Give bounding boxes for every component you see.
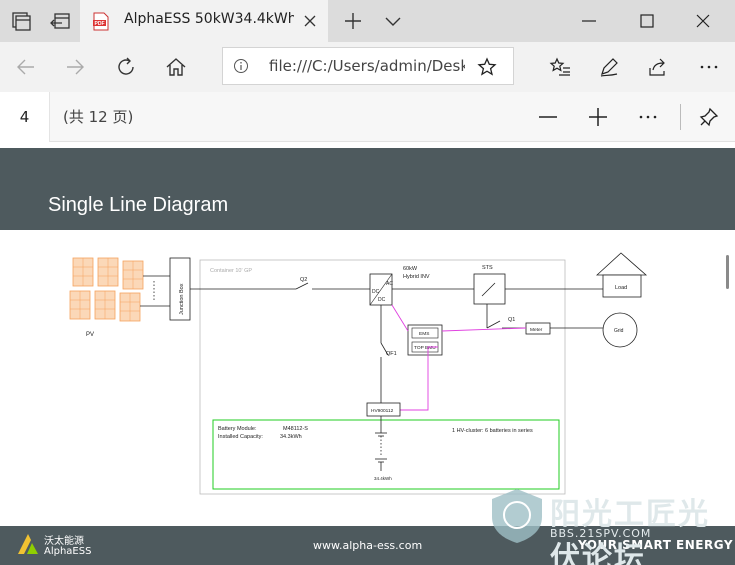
- back-arrow-icon[interactable]: [14, 55, 38, 79]
- more-menu-icon[interactable]: [697, 55, 721, 79]
- ems-label: EMS: [419, 331, 429, 337]
- new-tab-icon[interactable]: [344, 12, 362, 30]
- battery-total: 34.4kWh: [374, 476, 392, 481]
- meter-label: Meter: [530, 327, 543, 333]
- junction-box-label: Junction Box: [179, 283, 185, 315]
- tab-actions-icon[interactable]: [8, 8, 34, 34]
- watermark-badge-icon: [492, 489, 542, 543]
- pdf-file-icon: PDF: [93, 12, 109, 31]
- share-icon[interactable]: [646, 55, 670, 79]
- alphaess-logo-icon: [18, 534, 38, 554]
- container-label: Container 10' GP: [210, 268, 252, 274]
- svg-text:PDF: PDF: [95, 21, 105, 27]
- favorites-list-icon[interactable]: [548, 55, 572, 79]
- tab-title: AlphaESS 50kW34.4kWh: [124, 11, 294, 27]
- active-tab[interactable]: PDF AlphaESS 50kW34.4kWh: [80, 0, 328, 42]
- inverter-rating: 60kW: [403, 266, 418, 272]
- q1-label: Q1: [508, 317, 515, 323]
- forward-arrow-icon[interactable]: [63, 55, 87, 79]
- toolbar-divider: [680, 104, 681, 130]
- forum-watermark: 阳光工匠光伏论坛 BBS.21SPV.COM: [484, 487, 734, 565]
- inverter-dc-in-label: DC: [372, 289, 380, 295]
- minimize-icon[interactable]: [580, 12, 598, 30]
- info-icon[interactable]: [233, 58, 249, 74]
- page-count: (共 12 页): [63, 108, 134, 126]
- inverter-dc-out-label: DC: [378, 297, 386, 303]
- pdf-toolbar: 4 (共 12 页): [0, 92, 735, 142]
- load-roof: [595, 252, 648, 276]
- footer-url: www.alpha-ess.com: [313, 539, 423, 552]
- grid-label: Grid: [614, 328, 624, 334]
- pdf-document-view[interactable]: Single Line Diagram PV Junction Box Cont…: [0, 143, 735, 565]
- watermark-sub: BBS.21SPV.COM: [550, 527, 652, 540]
- logo-cn-text: 沃太能源: [44, 536, 84, 547]
- set-tabs-aside-icon[interactable]: [48, 8, 74, 34]
- zoom-out-icon[interactable]: [537, 106, 559, 128]
- comm-lines: [391, 304, 527, 411]
- pv-array: [69, 257, 144, 322]
- address-bar[interactable]: file:///C:/Users/admin/Desktop: [222, 47, 514, 85]
- navigation-bar: file:///C:/Users/admin/Desktop: [0, 42, 735, 92]
- battery-module-label: Battery Module:: [218, 426, 257, 432]
- pen-icon[interactable]: [597, 55, 621, 79]
- hv-box-label: HV900112: [371, 408, 394, 414]
- page-number-input[interactable]: 4: [0, 92, 50, 142]
- maximize-icon[interactable]: [638, 12, 656, 30]
- logo-en-text: AlphaESS: [44, 546, 92, 557]
- battery-module-value: M48112-S: [283, 426, 308, 432]
- chevron-down-icon[interactable]: [384, 14, 402, 28]
- load-label: Load: [615, 285, 627, 291]
- zoom-in-icon[interactable]: [587, 106, 609, 128]
- battery-string: [375, 416, 387, 471]
- pv-label: PV: [86, 332, 94, 338]
- url-text[interactable]: file:///C:/Users/admin/Desktop: [269, 57, 465, 75]
- title-bar: PDF AlphaESS 50kW34.4kWh: [0, 0, 735, 42]
- capacity-value: 34.3kWh: [280, 434, 302, 440]
- capacity-label: Installed Capacity:: [218, 434, 263, 440]
- refresh-icon[interactable]: [114, 55, 138, 79]
- favorite-star-icon[interactable]: [477, 57, 497, 77]
- vertical-scrollbar[interactable]: [726, 255, 729, 289]
- pin-toolbar-icon[interactable]: [698, 106, 720, 128]
- close-window-icon[interactable]: [694, 12, 712, 30]
- home-icon[interactable]: [164, 55, 188, 79]
- inverter-ac-label: AC: [386, 281, 393, 287]
- cluster-note: 1 HV-cluster: 6 batteries in series: [452, 428, 533, 434]
- pdf-more-icon[interactable]: [637, 106, 659, 128]
- qf1-label: QF1: [386, 351, 397, 357]
- top-bmu-label: TOP BMU: [414, 345, 436, 351]
- sts-label: STS: [482, 265, 493, 271]
- q2-label: Q2: [300, 277, 307, 283]
- inverter-name: Hybrid INV: [403, 274, 430, 280]
- close-tab-icon[interactable]: [302, 13, 318, 29]
